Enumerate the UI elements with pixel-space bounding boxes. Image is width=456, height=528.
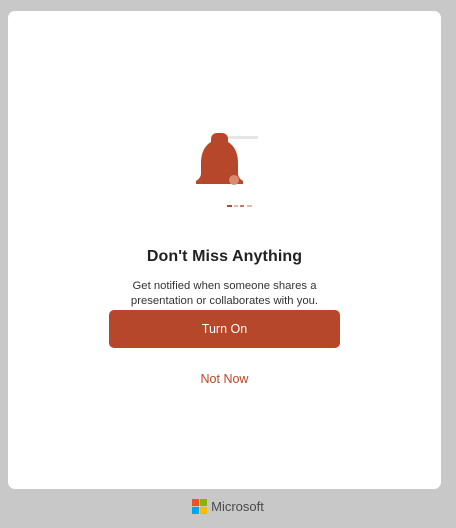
- page-indicator-dot: [234, 205, 238, 207]
- page-indicator-dot-active: [227, 205, 232, 207]
- microsoft-logo-icon: [192, 498, 208, 514]
- dialog-title: Don't Miss Anything: [146, 248, 303, 265]
- turn-on-button[interactable]: Turn On: [109, 310, 340, 348]
- logo-square-red: [192, 498, 200, 506]
- page-indicator-dot: [240, 205, 244, 207]
- microsoft-branding: Microsoft: [0, 497, 456, 515]
- page-indicator-dot: [247, 205, 252, 207]
- notification-dialog: Don't Miss Anything Get notified when so…: [8, 11, 441, 489]
- illustration-line: [223, 136, 258, 139]
- brand-name: Microsoft: [211, 498, 264, 514]
- dialog-message: Get notified when someone shares a prese…: [130, 280, 319, 307]
- logo-square-blue: [192, 506, 200, 514]
- logo-square-green: [200, 498, 208, 506]
- bell-icon: [196, 133, 258, 207]
- bell-clapper: [229, 175, 239, 185]
- not-now-button[interactable]: Not Now: [159, 369, 290, 389]
- notification-illustration: [183, 121, 263, 211]
- logo-square-yellow: [200, 506, 208, 514]
